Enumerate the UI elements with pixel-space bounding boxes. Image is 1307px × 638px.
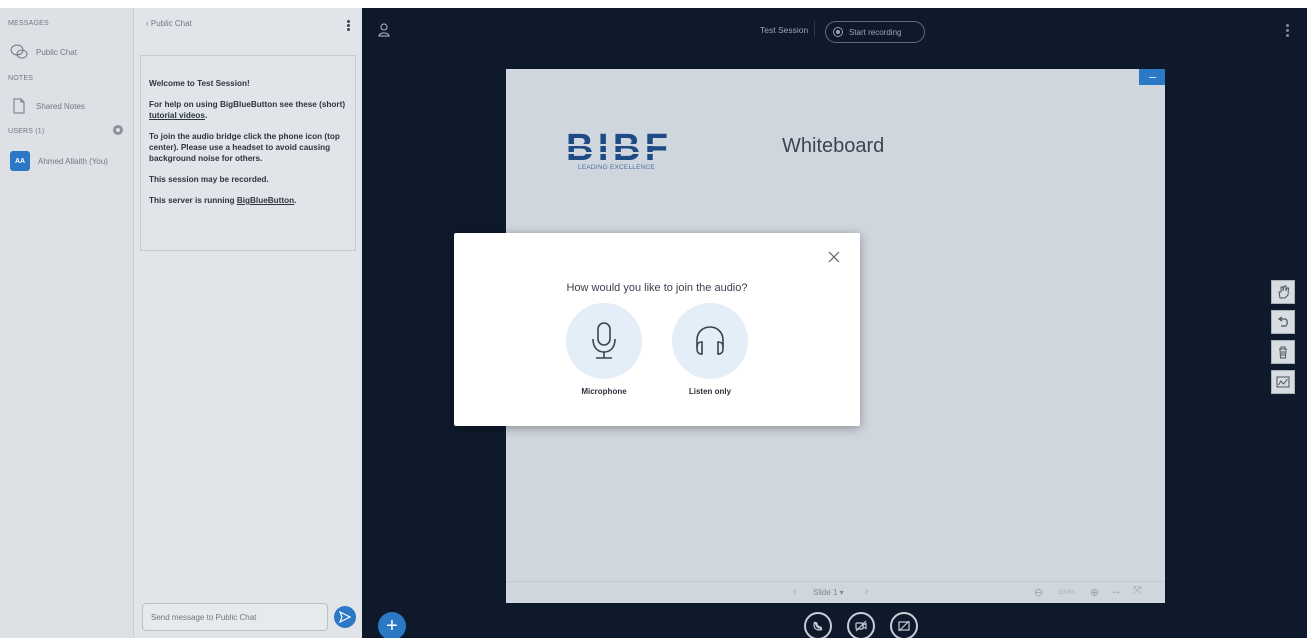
- chat-bubbles-icon: [10, 44, 28, 59]
- notes-section-title: NOTES: [8, 75, 34, 82]
- topbar-divider: [814, 21, 815, 37]
- previous-slide-button[interactable]: ‹: [793, 586, 796, 597]
- top-strip: [0, 0, 1307, 8]
- audio-instructions: To join the audio bridge click the phone…: [149, 132, 340, 163]
- bigbluebutton-link[interactable]: BigBlueButton: [237, 196, 294, 205]
- listen-only-option-circle[interactable]: [672, 303, 748, 379]
- hand-icon: [1278, 285, 1290, 299]
- pan-hand-tool[interactable]: [1271, 280, 1295, 304]
- presentation-toolbar: ‹ Slide 1 ▾ › ⊖ 100% ⊕ ↔ ⤧: [506, 581, 1165, 603]
- trash-icon: [1279, 346, 1287, 359]
- multi-user-whiteboard-tool[interactable]: [1271, 370, 1295, 394]
- welcome-message: Welcome to Test Session! For help on usi…: [140, 55, 356, 251]
- session-title: Test Session: [760, 25, 809, 35]
- microphone-option-button[interactable]: Microphone: [565, 303, 643, 396]
- slide-title: Whiteboard: [782, 135, 885, 157]
- screenshare-off-icon: [898, 620, 910, 632]
- chat-panel: ‹ Public Chat Welcome to Test Session! F…: [134, 8, 362, 638]
- headphones-icon: [696, 326, 724, 355]
- chart-line-icon: [1276, 376, 1290, 388]
- public-chat-label: Public Chat: [36, 47, 77, 57]
- user-list-item[interactable]: AA Ahmed Allaith (You): [10, 151, 108, 171]
- chat-message-input[interactable]: [142, 603, 328, 631]
- record-label: Start recording: [849, 27, 902, 37]
- listen-only-option-button[interactable]: Listen only: [671, 303, 749, 396]
- user-settings-gear-icon[interactable]: [113, 125, 123, 135]
- recorded-notice: This session may be recorded.: [149, 175, 269, 184]
- welcome-title: Welcome to Test Session!: [149, 79, 250, 88]
- microphone-label: Microphone: [581, 387, 627, 396]
- options-kebab-icon[interactable]: [1286, 24, 1289, 37]
- start-recording-button[interactable]: Start recording: [825, 21, 925, 43]
- chat-options-kebab-icon[interactable]: [347, 20, 350, 31]
- close-icon[interactable]: [828, 251, 840, 263]
- send-icon: [339, 611, 351, 623]
- fullscreen-icon[interactable]: ⤧: [1133, 585, 1142, 598]
- help-text: For help on using BigBlueButton see thes…: [149, 100, 346, 120]
- fit-width-icon[interactable]: ↔: [1111, 585, 1122, 597]
- next-slide-button[interactable]: ›: [865, 586, 868, 597]
- users-section-title: USERS (1): [8, 128, 45, 135]
- actions-plus-button[interactable]: +: [378, 612, 406, 638]
- whiteboard-toolbar: [1271, 280, 1297, 400]
- minimize-presentation-button[interactable]: [1139, 69, 1165, 85]
- user-list-toggle-icon[interactable]: [378, 23, 390, 37]
- bibf-logo: BIBF: [566, 128, 670, 164]
- undo-icon: [1277, 316, 1288, 327]
- record-icon: [833, 27, 843, 37]
- join-audio-button[interactable]: [804, 612, 832, 638]
- chat-header-back-link[interactable]: ‹ Public Chat: [134, 8, 362, 38]
- modal-title: How would you like to join the audio?: [566, 282, 748, 294]
- messages-section-title: MESSAGES: [8, 20, 49, 27]
- server-notice: This server is running BigBlueButton.: [149, 196, 297, 205]
- undo-tool[interactable]: [1271, 310, 1295, 334]
- webcam-off-icon: [855, 620, 867, 632]
- share-webcam-button[interactable]: [847, 612, 875, 638]
- logo-tagline: LEADING EXCELLENCE: [578, 164, 655, 171]
- user-name: Ahmed Allaith (You): [38, 156, 108, 166]
- zoom-level: 100%: [1058, 589, 1075, 596]
- slide-selector[interactable]: Slide 1 ▾: [813, 588, 844, 597]
- tutorial-videos-link[interactable]: tutorial videos: [149, 111, 205, 120]
- sidebar-item-public-chat[interactable]: Public Chat: [10, 43, 77, 61]
- shared-notes-label: Shared Notes: [36, 101, 85, 111]
- sidebar-item-shared-notes[interactable]: Shared Notes: [10, 97, 85, 115]
- avatar: AA: [10, 151, 30, 171]
- join-audio-modal: How would you like to join the audio? Mi…: [454, 233, 860, 426]
- notes-icon: [13, 98, 25, 114]
- listen-only-label: Listen only: [688, 387, 732, 396]
- microphone-option-circle[interactable]: [566, 303, 642, 379]
- phone-muted-icon: [813, 621, 823, 631]
- user-list-panel: MESSAGES Public Chat NOTES Shared Notes …: [0, 8, 134, 638]
- clear-all-tool[interactable]: [1271, 340, 1295, 364]
- zoom-in-icon[interactable]: ⊕: [1090, 586, 1099, 599]
- send-message-button[interactable]: [334, 606, 356, 628]
- zoom-out-icon[interactable]: ⊖: [1034, 586, 1043, 599]
- microphone-icon: [592, 322, 616, 359]
- share-screen-button[interactable]: [890, 612, 918, 638]
